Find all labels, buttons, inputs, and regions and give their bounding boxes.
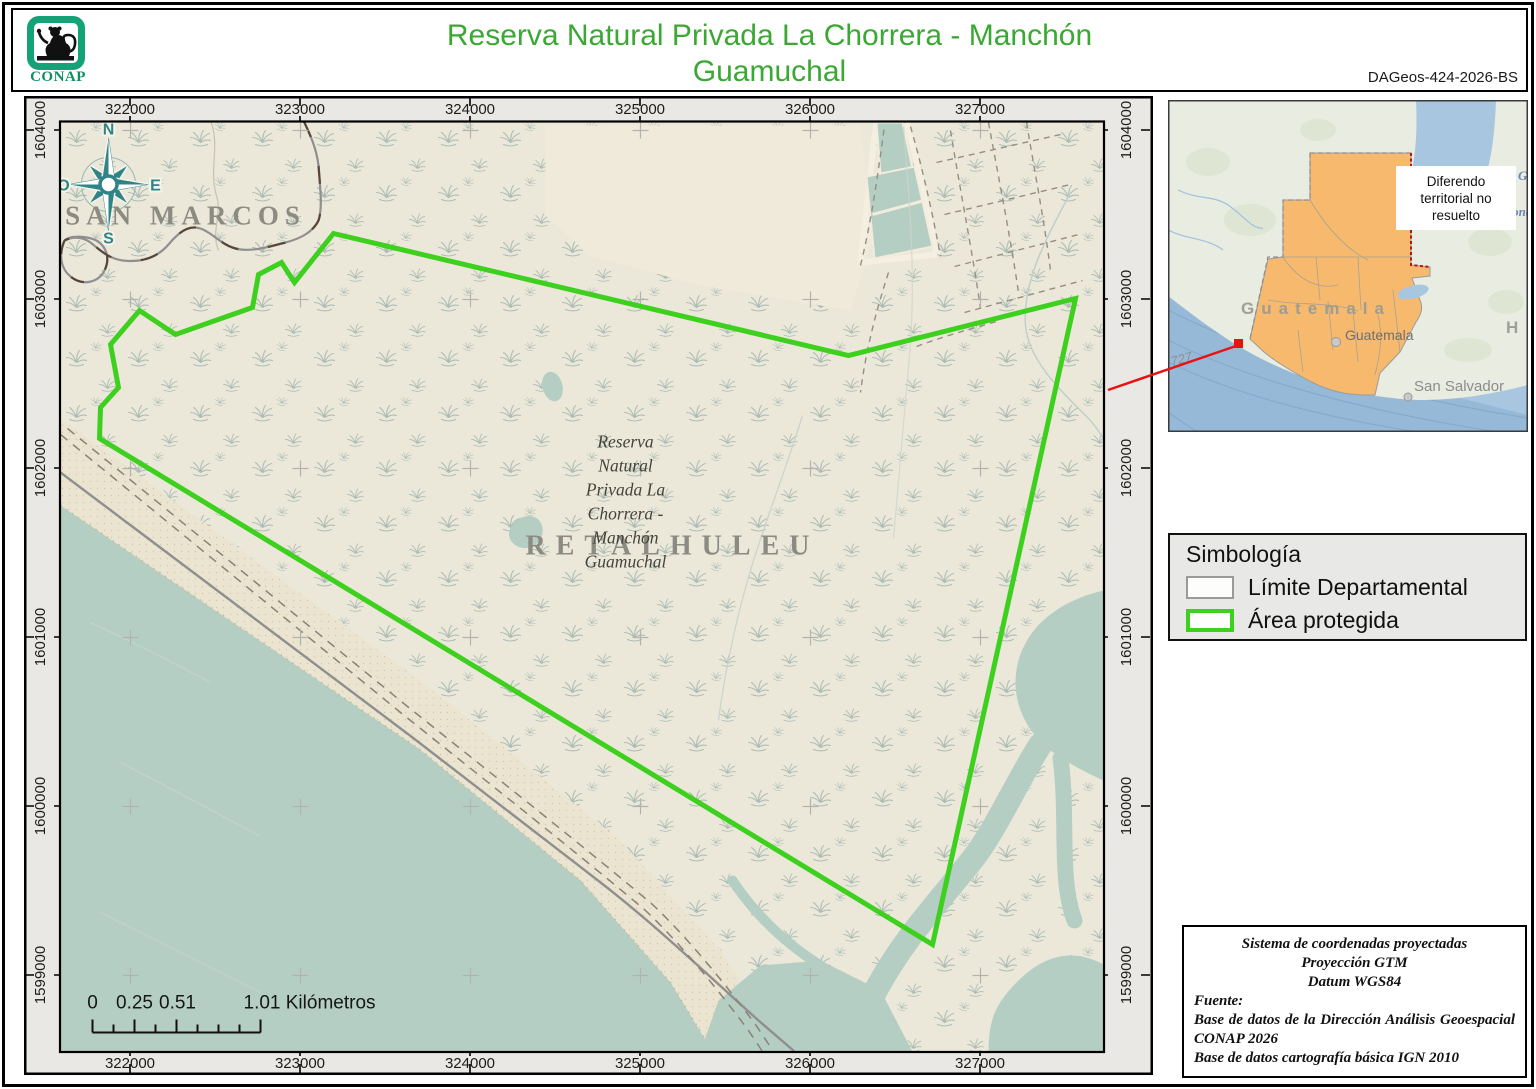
x-tick: 326000 — [785, 1055, 835, 1072]
legend: Simbología Límite Departamental Área pro… — [1168, 533, 1527, 641]
svg-text:Privada La: Privada La — [585, 480, 665, 500]
svg-text:territorial no: territorial no — [1420, 191, 1491, 206]
x-tick: 323000 — [275, 101, 325, 118]
y-tick: 1601000 — [32, 608, 49, 666]
x-tick: 327000 — [955, 1055, 1005, 1072]
y-tick: 1602000 — [1118, 439, 1135, 497]
svg-text:1.01 Kilómetros: 1.01 Kilómetros — [244, 993, 376, 1014]
y-tick: 1600000 — [1118, 777, 1135, 835]
y-tick: 1603000 — [32, 270, 49, 328]
city-dot — [1404, 393, 1412, 401]
page-title: Reserva Natural Privada La Chorrera - Ma… — [13, 18, 1526, 90]
map-sheet: CONAP Reserva Natural Privada La Chorrer… — [0, 0, 1536, 1089]
legend-label: Área protegida — [1248, 607, 1399, 634]
svg-text:resuelto: resuelto — [1432, 208, 1480, 223]
x-tick: 322000 — [105, 101, 155, 118]
capital-dot — [1332, 338, 1341, 347]
svg-text:Chorrera -: Chorrera - — [588, 504, 664, 524]
x-tick: 324000 — [445, 1055, 495, 1072]
map-canvas: N S E O SAN MARCOS RETALHULEU Reserva Na… — [57, 121, 1139, 1052]
y-tick: 1600000 — [32, 777, 49, 835]
y-tick: 1601000 — [1118, 608, 1135, 666]
source-line: Base de datos de la Dirección Análisis G… — [1194, 1011, 1515, 1049]
x-tick: 325000 — [615, 101, 665, 118]
x-tick: 325000 — [615, 1055, 665, 1072]
label-retalhuleu: RETALHULEU — [526, 531, 820, 562]
svg-text:Reserva: Reserva — [596, 432, 654, 452]
x-tick: 327000 — [955, 101, 1005, 118]
grid-crosses — [61, 123, 1104, 1052]
svg-text:0.51: 0.51 — [159, 993, 196, 1014]
legend-label: Límite Departamental — [1248, 574, 1468, 601]
inset-honduras-partial: H o — [1506, 318, 1528, 337]
crs-line: Proyección GTM — [1194, 954, 1515, 973]
legend-item-protected: Área protegida — [1186, 607, 1525, 634]
svg-text:0.25: 0.25 — [116, 993, 153, 1014]
reserve-marker — [1234, 339, 1243, 348]
svg-text:Manchón: Manchón — [591, 528, 658, 548]
svg-text:Diferendo: Diferendo — [1427, 174, 1486, 189]
svg-text:0: 0 — [87, 993, 98, 1014]
x-tick: 324000 — [445, 101, 495, 118]
legend-title: Simbología — [1186, 541, 1525, 568]
y-tick: 1602000 — [32, 439, 49, 497]
inset-capital-label: Guatemala — [1345, 327, 1414, 343]
title-line-1: Reserva Natural Privada La Chorrera - Ma… — [13, 18, 1526, 54]
source-line: Base de datos cartografía básica IGN 201… — [1194, 1049, 1515, 1068]
header-bar: CONAP Reserva Natural Privada La Chorrer… — [11, 8, 1528, 92]
title-line-2: Guamuchal — [13, 54, 1526, 90]
inset-location-map: Guatemala Guatemala San Salvador H o G H… — [1168, 100, 1528, 432]
credits-box: Sistema de coordenadas proyectadas Proye… — [1182, 925, 1527, 1078]
inset-san-salvador-label: San Salvador — [1414, 378, 1504, 395]
legend-item-departmental: Límite Departamental — [1186, 574, 1525, 601]
crs-line: Sistema de coordenadas proyectadas — [1194, 935, 1515, 954]
document-code: DAGeos-424-2026-BS — [1368, 69, 1518, 86]
y-tick: 1599000 — [1118, 946, 1135, 1004]
crs-line: Datum WGS84 — [1194, 973, 1515, 992]
source-label: Fuente: — [1194, 992, 1515, 1011]
compass-e: E — [150, 178, 161, 195]
svg-text:Natural: Natural — [597, 456, 653, 476]
inset-country-label: Guatemala — [1241, 299, 1391, 318]
svg-text:Guamuchal: Guamuchal — [585, 552, 667, 572]
main-map-frame: 322000 323000 324000 325000 326000 32700… — [24, 96, 1153, 1075]
y-tick: 1604000 — [1118, 101, 1135, 159]
x-tick: 326000 — [785, 101, 835, 118]
compass-s: S — [103, 231, 114, 248]
y-tick: 1599000 — [32, 946, 49, 1004]
y-tick: 1604000 — [32, 101, 49, 159]
protected-area-swatch — [1186, 609, 1234, 632]
label-san-marcos: SAN MARCOS — [65, 201, 306, 231]
x-tick: 323000 — [275, 1055, 325, 1072]
y-tick: 1603000 — [1118, 270, 1135, 328]
compass-n: N — [103, 122, 115, 139]
departmental-limit-swatch — [1186, 576, 1234, 599]
x-tick: 322000 — [105, 1055, 155, 1072]
